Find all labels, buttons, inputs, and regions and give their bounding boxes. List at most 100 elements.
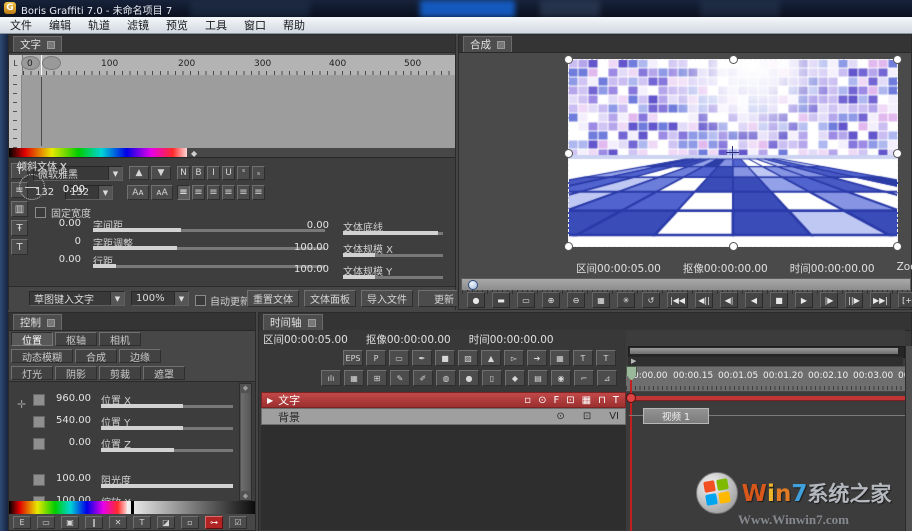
control-tab-camera[interactable]: 相机	[99, 332, 141, 346]
control-tool-check[interactable]: ☑	[229, 516, 247, 529]
timeline-tool-tree[interactable]: ▲	[481, 350, 501, 366]
tab-composite[interactable]: 合成	[463, 36, 512, 52]
timeline-tool-cylinder[interactable]: ▯	[482, 370, 502, 386]
align-button-align-right[interactable]: ≡	[207, 185, 220, 200]
control-tab-crop[interactable]: 剪裁	[99, 366, 141, 380]
time-ruler[interactable]: 0:00.0000:00.1500:01.0500:01.2000:02.100…	[626, 366, 905, 392]
tab-timeline[interactable]: 时间轴	[263, 314, 323, 330]
menu-item[interactable]: 预览	[166, 17, 188, 33]
dial-value[interactable]: 0.00	[51, 184, 85, 195]
style-button-italic[interactable]: I	[207, 166, 220, 180]
track-icon-monitor[interactable]: ⊡	[583, 411, 591, 422]
transport-button-prev-key[interactable]: ◀||	[695, 292, 713, 308]
timeline-tool-folder-export[interactable]: ➔	[527, 350, 547, 366]
selection-handle[interactable]	[564, 55, 573, 64]
timeline-tool-wire-sphere[interactable]: ◍	[436, 370, 456, 386]
track-icon-eye[interactable]: ⊙	[556, 411, 564, 422]
font-nav-button-font-up[interactable]: ▲	[129, 166, 149, 180]
align-button-align-center[interactable]: ≡	[192, 185, 205, 200]
marker-strip[interactable]: ▶	[628, 357, 903, 366]
style-button-normal[interactable]: N	[177, 166, 190, 180]
track-icon-video-badge[interactable]: VI	[609, 411, 619, 422]
control-tab-light[interactable]: 灯光	[11, 366, 53, 380]
zoom-dropdown[interactable]: 100% ▼	[131, 291, 189, 306]
transport-button-play[interactable]: ▶	[795, 292, 813, 308]
selection-handle[interactable]	[729, 242, 738, 251]
tool-icon-gradient-style[interactable]: ▥	[11, 201, 28, 217]
footer-button-reset-font[interactable]: 重置文体	[247, 290, 299, 307]
timeline-tool-media[interactable]: ▤	[528, 370, 548, 386]
align-button-align-top[interactable]: ≡	[237, 185, 250, 200]
selection-handle[interactable]	[893, 55, 902, 64]
param-slider[interactable]	[101, 405, 233, 408]
control-tool-effect[interactable]: E	[13, 516, 31, 529]
align-button-align-bottom[interactable]: ≡	[252, 185, 265, 200]
transport-button-flag[interactable]: ▬	[492, 292, 510, 308]
color-spectrum-bar[interactable]	[9, 148, 187, 157]
slider-value[interactable]: 100.00	[287, 242, 329, 253]
timeline-tool-rect[interactable]: ▭	[389, 350, 409, 366]
param-slider[interactable]	[101, 485, 233, 488]
menu-item[interactable]: 文件	[10, 17, 32, 33]
align-button-align-justify[interactable]: ≡	[222, 185, 235, 200]
slider-track[interactable]	[343, 254, 443, 257]
timeline-tool-pencil[interactable]: ✎	[390, 370, 410, 386]
control-tool-dashed-box[interactable]: ▫	[181, 516, 199, 529]
control-tab-shadow[interactable]: 阴影	[55, 366, 97, 380]
tab-box-icon[interactable]	[497, 41, 505, 49]
transport-button-loop[interactable]: ↺	[642, 292, 660, 308]
control-tab-mask[interactable]: 遮罩	[143, 366, 185, 380]
control-tab-motion-blur[interactable]: 动态模糊	[11, 349, 73, 363]
style-button-subscript[interactable]: ₛ	[252, 166, 265, 180]
tab-box-icon[interactable]	[47, 41, 55, 49]
transport-button-zoom-out[interactable]: ⊖	[567, 292, 585, 308]
align-button-align-left[interactable]: ≡	[177, 185, 190, 200]
timeline-tool-diamond[interactable]: ◆	[505, 370, 525, 386]
timeline-tool-table[interactable]: ▦	[550, 350, 570, 366]
text-track-handle[interactable]	[626, 393, 636, 403]
timeline-tool-image-transform[interactable]: ⊞	[367, 370, 387, 386]
menu-item[interactable]: 窗口	[244, 17, 266, 33]
control-tool-slant[interactable]: ◪	[157, 516, 175, 529]
size-button-size-down[interactable]: Aᴀ	[127, 185, 149, 200]
transport-button-step-back[interactable]: ◀|	[720, 292, 738, 308]
keyframe-swatch[interactable]	[33, 438, 45, 450]
menu-item[interactable]: 滤镜	[127, 17, 149, 33]
auto-update-checkbox[interactable]	[195, 295, 206, 306]
tab-box-icon[interactable]	[308, 319, 316, 327]
keyframe-swatch[interactable]	[33, 416, 45, 428]
slider-value[interactable]: 0.00	[287, 220, 329, 231]
timeline-vscrollbar[interactable]	[905, 346, 912, 531]
tab-box-icon[interactable]	[47, 319, 55, 327]
transport-button-sparkle[interactable]: ✳	[617, 292, 635, 308]
style-button-underline[interactable]: U	[222, 166, 235, 180]
control-tab-pivot[interactable]: 枢轴	[55, 332, 97, 346]
timeline-tool-eps[interactable]: EPS	[343, 350, 363, 366]
track-icon-monitor[interactable]: ⊡	[566, 395, 574, 406]
transport-button-record[interactable]: ●	[467, 292, 485, 308]
transport-button-step-forward[interactable]: |▶	[820, 292, 838, 308]
timeline-tool-spot[interactable]: ◉	[551, 370, 571, 386]
track-text-row[interactable]: ▶ 文字 ▫⊙F⊡▦⊓T	[261, 392, 626, 408]
slider-track[interactable]	[343, 232, 443, 235]
timeline-tool-solid[interactable]: ■	[435, 350, 455, 366]
control-tool-frame-dot[interactable]: ▣	[61, 516, 79, 529]
control-tool-keyframe[interactable]: ⊶	[205, 516, 223, 529]
margin-handle-right[interactable]	[42, 56, 61, 70]
timeline-tool-brush[interactable]: ✐	[413, 370, 433, 386]
selection-handle[interactable]	[564, 242, 573, 251]
control-tool-cut[interactable]: ✕	[109, 516, 127, 529]
transport-button-region[interactable]: ▭	[517, 292, 535, 308]
param-slider[interactable]	[101, 449, 233, 452]
control-tool-frame[interactable]: ▭	[37, 516, 55, 529]
window-titlebar[interactable]: G Boris Graffiti 7.0 - 未命名项目 7	[0, 0, 912, 17]
control-tool-bars[interactable]: ‖	[85, 516, 103, 529]
timeline-tool-text[interactable]: T	[596, 350, 616, 366]
scrubber-knob[interactable]	[468, 280, 478, 290]
transport-button-go-start[interactable]: |◀◀	[667, 292, 688, 308]
timeline-tool-sphere[interactable]: ●	[459, 370, 479, 386]
timeline-tool-histogram[interactable]: ⊿	[597, 370, 617, 386]
tab-text[interactable]: 文字	[13, 36, 62, 52]
menu-item[interactable]: 帮助	[283, 17, 305, 33]
size-button-size-up[interactable]: ᴀA	[151, 185, 173, 200]
